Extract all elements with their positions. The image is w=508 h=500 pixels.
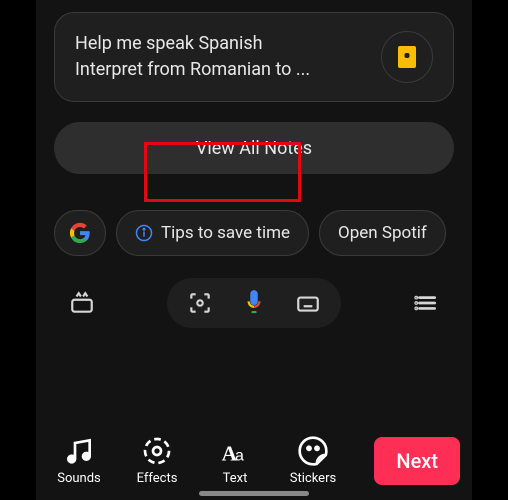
next-button[interactable]: Next bbox=[374, 437, 460, 485]
music-icon bbox=[63, 435, 95, 467]
suggestion-line2: Interpret from Romanian to ... bbox=[75, 57, 310, 83]
live-caption-icon[interactable] bbox=[69, 290, 95, 316]
suggestion-line1: Help me speak Spanish bbox=[75, 31, 310, 57]
spotify-chip-label: Open Spotif bbox=[338, 223, 427, 243]
stickers-button[interactable]: Stickers bbox=[274, 435, 352, 486]
effects-icon bbox=[141, 435, 173, 467]
lens-icon[interactable] bbox=[187, 290, 213, 316]
file-icon bbox=[398, 46, 416, 68]
text-icon: A a bbox=[219, 435, 251, 467]
mic-icon[interactable] bbox=[241, 288, 267, 318]
next-label: Next bbox=[396, 449, 438, 473]
spotify-chip[interactable]: Open Spotif bbox=[319, 210, 446, 256]
google-g-icon bbox=[69, 222, 91, 244]
view-all-label: View All Notes bbox=[196, 138, 312, 159]
keyboard-icon[interactable] bbox=[295, 290, 321, 316]
home-indicator[interactable] bbox=[199, 491, 309, 496]
input-pill bbox=[167, 278, 341, 328]
text-button[interactable]: A a Text bbox=[196, 435, 274, 486]
stickers-label: Stickers bbox=[290, 471, 336, 486]
tips-chip-label: Tips to save time bbox=[161, 223, 290, 243]
suggestion-text: Help me speak Spanish Interpret from Rom… bbox=[75, 31, 310, 83]
effects-button[interactable]: Effects bbox=[118, 435, 196, 486]
info-icon bbox=[135, 224, 153, 242]
tips-chip[interactable]: Tips to save time bbox=[116, 210, 309, 256]
file-attachment-chip[interactable] bbox=[381, 31, 433, 83]
sticker-icon bbox=[297, 435, 329, 467]
suggestion-card[interactable]: Help me speak Spanish Interpret from Rom… bbox=[54, 12, 454, 102]
list-icon[interactable] bbox=[413, 290, 439, 316]
google-chip[interactable] bbox=[54, 210, 106, 256]
view-all-notes-button[interactable]: View All Notes bbox=[54, 122, 454, 174]
sounds-label: Sounds bbox=[57, 471, 101, 486]
text-label: Text bbox=[223, 471, 248, 486]
assistant-toolbar bbox=[36, 278, 472, 328]
sounds-button[interactable]: Sounds bbox=[40, 435, 118, 486]
svg-text:a: a bbox=[235, 447, 244, 464]
effects-label: Effects bbox=[137, 471, 178, 486]
suggestion-chips-row: Tips to save time Open Spotif bbox=[54, 210, 472, 256]
editor-bottom-bar: Sounds Effects A a Text Stickers bbox=[36, 435, 472, 486]
